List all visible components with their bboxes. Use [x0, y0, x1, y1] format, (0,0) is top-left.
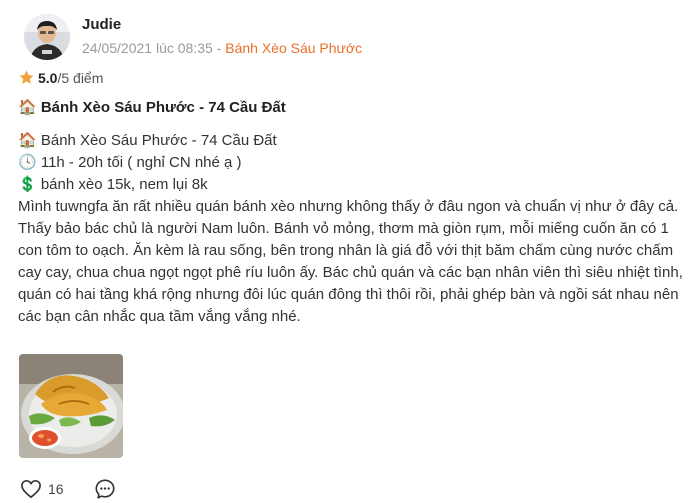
author-name[interactable]: Judie: [82, 16, 121, 33]
comment-button[interactable]: [94, 478, 116, 500]
venue-link[interactable]: Bánh Xèo Sáu Phước: [225, 40, 362, 56]
review-title: 🏠 Bánh Xèo Sáu Phước - 74 Cầu Đất: [18, 99, 286, 116]
body-line: quán có hai tầng khá rộng nhưng đôi lúc …: [18, 286, 679, 303]
review-date: 24/05/2021 lúc 08:35 -: [82, 40, 226, 56]
like-button[interactable]: 16: [20, 479, 64, 499]
body-line: 💲 bánh xèo 15k, nem lụi 8k: [18, 176, 208, 193]
review-body: 🏠 Bánh Xèo Sáu Phước - 74 Cầu Đất 🕓 11h …: [18, 130, 690, 328]
body-line: cay cay, chua chua ngọt ngọt phê ríu luô…: [18, 264, 683, 281]
body-line: 🏠 Bánh Xèo Sáu Phước - 74 Cầu Đất: [18, 132, 277, 149]
body-line: Thấy bảo bác chủ là người Nam luôn. Bánh…: [18, 220, 669, 237]
heart-icon: [21, 480, 41, 498]
body-line: Mình tuwngfa ăn rất nhiều quán bánh xèo …: [18, 198, 679, 215]
review-meta: 24/05/2021 lúc 08:35 - Bánh Xèo Sáu Phướ…: [82, 40, 362, 56]
review-actions: 16: [20, 478, 116, 500]
review-photo[interactable]: [19, 354, 123, 458]
rating-score: 5.0: [38, 69, 58, 86]
like-count: 16: [48, 481, 64, 497]
user-avatar[interactable]: [24, 14, 70, 60]
rating-scale: /5 điểm: [57, 69, 104, 86]
body-line: con tôm to oạch. Ăn kèm là rau sống, bên…: [18, 242, 674, 259]
comment-icon: [95, 479, 115, 499]
body-line: 🕓 11h - 20h tối ( nghỉ CN nhé ạ ): [18, 154, 242, 171]
body-line: các bạn cân nhắc qua tầm vắng vắng nhé.: [18, 308, 301, 325]
rating: 5.0/5 điểm: [18, 69, 103, 86]
star-icon: [19, 70, 34, 85]
